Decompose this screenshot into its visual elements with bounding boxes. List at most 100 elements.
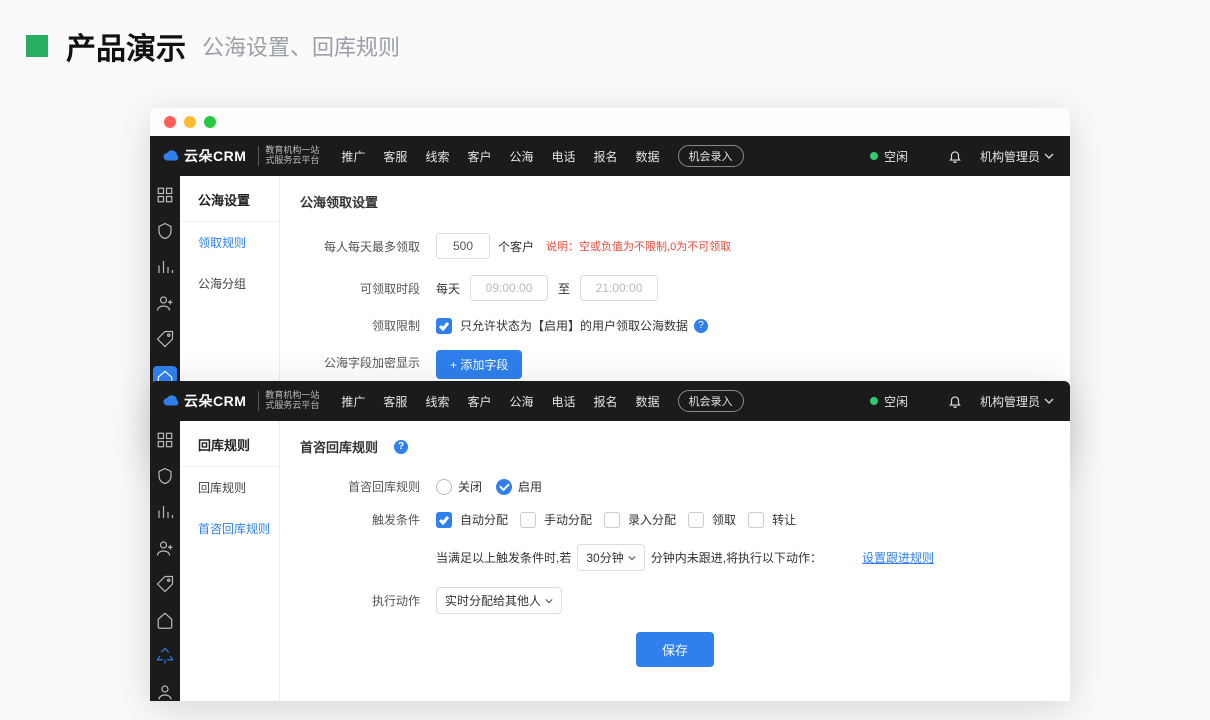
window-chrome	[150, 108, 1070, 136]
close-dot[interactable]	[164, 116, 176, 128]
label-time-range: 可领取时段	[300, 280, 420, 297]
time-to-input[interactable]	[580, 275, 658, 301]
dashboard-icon[interactable]	[156, 186, 174, 204]
radio-off[interactable]: 关闭	[436, 478, 482, 495]
chevron-down-icon	[1044, 396, 1054, 406]
user-label: 机构管理员	[980, 393, 1040, 410]
chk-transfer[interactable]	[748, 512, 764, 528]
max-claim-input[interactable]	[436, 233, 490, 259]
chevron-down-icon	[545, 597, 553, 605]
nav-data[interactable]: 数据	[636, 393, 660, 410]
save-button[interactable]: 保存	[636, 632, 714, 667]
topnav: 云朵CRM 教育机构一站式服务云平台 推广 客服 线索 客户 公海 电话 报名 …	[150, 136, 1070, 176]
tag-icon[interactable]	[156, 575, 174, 593]
slide-title: 产品演示 公海设置、回库规则	[0, 0, 1210, 78]
row-trigger: 触发条件 自动分配 手动分配 录入分配 领取 转让	[300, 511, 1050, 528]
tag-icon[interactable]	[156, 330, 174, 348]
action-select[interactable]: 实时分配给其他人	[436, 587, 562, 614]
chk-entry[interactable]	[604, 512, 620, 528]
row-condition-text: 当满足以上触发条件时,若 30分钟 分钟内未跟进,将执行以下动作： 设置跟进规则	[300, 544, 1050, 571]
nav-promo[interactable]: 推广	[341, 393, 365, 410]
user-icon[interactable]	[156, 683, 174, 701]
minimize-dot[interactable]	[184, 116, 196, 128]
to-label: 至	[558, 280, 570, 297]
nav-phone[interactable]: 电话	[551, 393, 575, 410]
section-title: 首咨回库规则 ?	[300, 437, 1050, 456]
status-indicator: 空闲	[870, 148, 908, 165]
nav-links: 推广 客服 线索 客户 公海 电话 报名 数据	[341, 148, 659, 165]
time-from-input[interactable]	[470, 275, 548, 301]
radio-on[interactable]: 启用	[496, 478, 542, 495]
label-action: 执行动作	[300, 592, 420, 609]
user-menu[interactable]: 机构管理员	[980, 148, 1054, 165]
zoom-dot[interactable]	[204, 116, 216, 128]
section-title: 公海领取设置	[300, 192, 1050, 211]
restrict-checkbox[interactable]	[436, 318, 452, 334]
person-plus-icon[interactable]	[156, 539, 174, 557]
add-field-button[interactable]: + 添加字段	[436, 350, 522, 379]
nav-leads[interactable]: 线索	[425, 393, 449, 410]
row-time-range: 可领取时段 每天 至	[300, 275, 1050, 301]
subnav: 回库规则 回库规则 首咨回库规则	[180, 421, 280, 701]
duration-select[interactable]: 30分钟	[577, 544, 644, 571]
help-icon[interactable]: ?	[394, 440, 408, 454]
nav-enroll[interactable]: 报名	[594, 393, 618, 410]
nav-data[interactable]: 数据	[636, 148, 660, 165]
label-restrict: 领取限制	[300, 317, 420, 334]
nav-enroll[interactable]: 报名	[594, 148, 618, 165]
chk-manual[interactable]	[520, 512, 536, 528]
nav-service[interactable]: 客服	[383, 148, 407, 165]
content-pane: 首咨回库规则 ? 首咨回库规则 关闭 启用 触发条件 自动分配 手动分配 录入分…	[280, 421, 1070, 701]
home-icon[interactable]	[156, 611, 174, 629]
recycle-icon[interactable]	[156, 647, 174, 665]
topnav: 云朵CRM 教育机构一站式服务云平台 推广 客服 线索 客户 公海 电话 报名 …	[150, 381, 1070, 421]
opportunity-entry-button[interactable]: 机会录入	[678, 390, 744, 412]
label-enable: 首咨回库规则	[300, 478, 420, 495]
row-restrict: 领取限制 只允许状态为【启用】的用户领取公海数据 ?	[300, 317, 1050, 334]
nav-gonghai[interactable]: 公海	[509, 393, 533, 410]
subnav-header: 公海设置	[180, 176, 279, 222]
analytics-icon[interactable]	[156, 503, 174, 521]
row-max-claim: 每人每天最多领取 个客户 说明：空或负值为不限制,0为不可领取	[300, 233, 1050, 259]
user-label: 机构管理员	[980, 148, 1040, 165]
shield-icon[interactable]	[156, 222, 174, 240]
page-title: 产品演示	[66, 24, 186, 68]
subnav-item-group[interactable]: 公海分组	[180, 263, 279, 304]
bell-icon[interactable]	[948, 394, 962, 408]
logo-subtext: 教育机构一站式服务云平台	[258, 146, 319, 166]
nav-promo[interactable]: 推广	[341, 148, 365, 165]
nav-customers[interactable]: 客户	[467, 393, 491, 410]
nav-service[interactable]: 客服	[383, 393, 407, 410]
nav-gonghai[interactable]: 公海	[509, 148, 533, 165]
bell-icon[interactable]	[948, 149, 962, 163]
opportunity-entry-button[interactable]: 机会录入	[678, 145, 744, 167]
user-menu[interactable]: 机构管理员	[980, 393, 1054, 410]
subnav-item-first-return[interactable]: 首咨回库规则	[180, 508, 279, 549]
nav-phone[interactable]: 电话	[551, 148, 575, 165]
cloud-logo-icon	[162, 392, 180, 410]
label-max-claim: 每人每天最多领取	[300, 238, 420, 255]
row-action: 执行动作 实时分配给其他人	[300, 587, 1050, 614]
analytics-icon[interactable]	[156, 258, 174, 276]
dashboard-icon[interactable]	[156, 431, 174, 449]
shield-icon[interactable]	[156, 467, 174, 485]
subnav-item-return[interactable]: 回库规则	[180, 467, 279, 508]
nav-links: 推广 客服 线索 客户 公海 电话 报名 数据	[341, 393, 659, 410]
page-subtitle: 公海设置、回库规则	[202, 30, 400, 62]
logo-text: 云朵CRM	[184, 146, 246, 166]
nav-leads[interactable]: 线索	[425, 148, 449, 165]
person-plus-icon[interactable]	[156, 294, 174, 312]
row-enable: 首咨回库规则 关闭 启用	[300, 478, 1050, 495]
unit-label: 个客户	[498, 238, 534, 255]
window-return-rules: 云朵CRM 教育机构一站式服务云平台 推广 客服 线索 客户 公海 电话 报名 …	[150, 381, 1070, 701]
subnav-item-claim-rule[interactable]: 领取规则	[180, 222, 279, 263]
chk-claim[interactable]	[688, 512, 704, 528]
help-icon[interactable]: ?	[694, 319, 708, 333]
set-followup-rule-link[interactable]: 设置跟进规则	[862, 549, 934, 566]
cond-pre: 当满足以上触发条件时,若	[436, 549, 571, 566]
chevron-down-icon	[628, 554, 636, 562]
logo-subtext: 教育机构一站式服务云平台	[258, 391, 319, 411]
nav-customers[interactable]: 客户	[467, 148, 491, 165]
icon-rail	[150, 421, 180, 701]
chk-auto[interactable]	[436, 512, 452, 528]
